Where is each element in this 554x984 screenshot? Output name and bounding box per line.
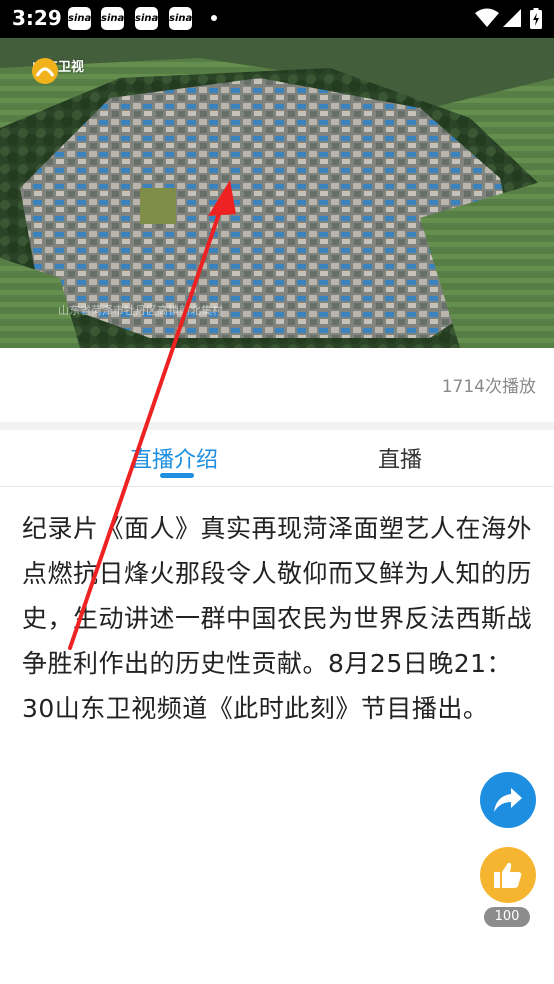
sina-notification-icon: sina bbox=[169, 7, 192, 30]
section-divider bbox=[0, 422, 554, 430]
channel-logo: 山东卫视 bbox=[30, 56, 84, 84]
battery-icon bbox=[530, 8, 542, 29]
like-button[interactable] bbox=[480, 847, 536, 903]
sina-notification-icon: sina bbox=[68, 7, 91, 30]
sina-notification-icon: sina bbox=[101, 7, 124, 30]
wifi-icon bbox=[475, 8, 499, 27]
signal-icon bbox=[503, 9, 521, 27]
channel-logo-icon bbox=[32, 58, 58, 84]
tab-bar: 直播介绍 直播 bbox=[0, 430, 554, 487]
active-tab-indicator bbox=[160, 473, 194, 478]
share-button[interactable] bbox=[480, 772, 536, 828]
play-count: 1714次播放 bbox=[441, 377, 536, 397]
video-location-caption: 山东省菏泽市牡丹区高镇前北集村 bbox=[58, 304, 223, 317]
like-count: 100 bbox=[484, 907, 530, 927]
program-description: 纪录片《面人》真实再现菏泽面塑艺人在海外点燃抗日烽火那段令人敬仰而又鲜为人知的历… bbox=[22, 514, 533, 723]
tab-live[interactable]: 直播 bbox=[378, 442, 422, 474]
status-bar: 3:29 sina sina sina sina bbox=[0, 0, 554, 38]
share-icon bbox=[494, 788, 522, 812]
thumbs-up-icon bbox=[494, 862, 522, 888]
status-time: 3:29 bbox=[12, 6, 62, 30]
video-player[interactable]: 山东卫视 山东省菏泽市牡丹区高镇前北集村 bbox=[0, 38, 554, 348]
more-notifications-dot bbox=[211, 15, 217, 21]
tab-live-intro[interactable]: 直播介绍 bbox=[130, 442, 218, 474]
sina-notification-icon: sina bbox=[135, 7, 158, 30]
